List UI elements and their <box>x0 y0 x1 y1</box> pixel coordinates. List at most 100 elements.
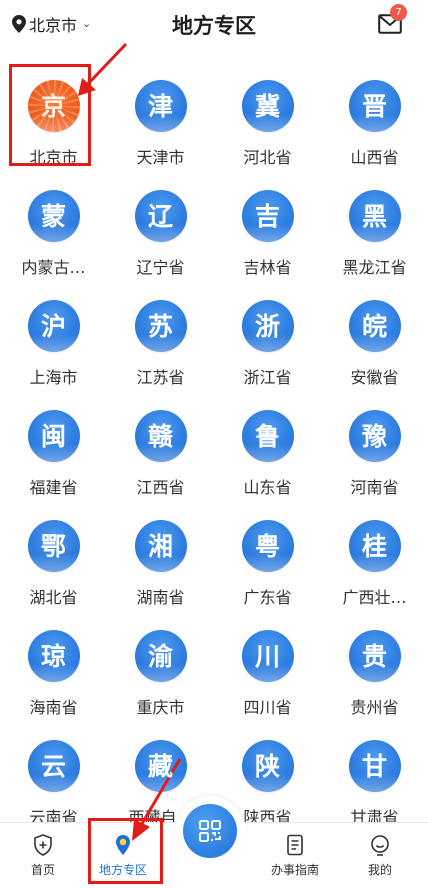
region-emblem-icon: 赣 <box>134 410 187 462</box>
region-label: 江苏省 <box>136 368 185 387</box>
region-label: 天津市 <box>136 148 185 167</box>
region-item[interactable]: 渝重庆市 <box>107 630 214 740</box>
region-emblem-icon: 津 <box>134 80 187 132</box>
region-glyph: 贵 <box>361 641 387 671</box>
region-glyph: 云 <box>40 751 66 781</box>
region-label: 山东省 <box>243 478 292 497</box>
region-item[interactable]: 晋山西省 <box>321 80 428 190</box>
region-glyph: 湘 <box>147 531 173 561</box>
region-emblem-icon: 渝 <box>134 630 187 682</box>
region-label: 安徽省 <box>350 368 399 387</box>
region-item[interactable]: 川四川省 <box>214 630 321 740</box>
region-label: 福建省 <box>29 478 78 497</box>
region-glyph: 琼 <box>40 641 66 671</box>
region-label: 辽宁省 <box>136 258 185 277</box>
region-item[interactable]: 贵贵州省 <box>321 630 428 740</box>
region-emblem-icon: 鲁 <box>241 410 294 462</box>
nav-guide-label: 办事指南 <box>270 863 319 877</box>
scan-button[interactable] <box>183 804 237 858</box>
region-emblem-icon: 晋 <box>348 80 401 132</box>
region-glyph: 渝 <box>147 641 173 671</box>
region-item[interactable]: 皖安徽省 <box>321 300 428 410</box>
nav-mine[interactable]: 我的 <box>337 823 423 888</box>
region-emblem-icon: 陕 <box>241 740 294 792</box>
region-label: 黑龙江省 <box>342 258 407 277</box>
region-glyph: 辽 <box>147 201 173 231</box>
region-glyph: 京 <box>40 91 66 121</box>
region-emblem-icon: 沪 <box>27 300 80 352</box>
region-glyph: 浙 <box>254 311 280 341</box>
region-item[interactable]: 桂广西壮… <box>321 520 428 630</box>
region-item[interactable]: 闽福建省 <box>0 410 107 520</box>
region-glyph: 桂 <box>361 531 387 561</box>
nav-home-label: 首页 <box>30 863 55 877</box>
region-item[interactable]: 苏江苏省 <box>107 300 214 410</box>
region-glyph: 鄂 <box>40 531 66 561</box>
nav-guide[interactable]: 办事指南 <box>252 823 338 888</box>
region-label: 湖北省 <box>29 588 78 607</box>
region-item[interactable]: 黑黑龙江省 <box>321 190 428 300</box>
region-item[interactable]: 赣江西省 <box>107 410 214 520</box>
region-glyph: 甘 <box>361 751 387 781</box>
region-item[interactable]: 琼海南省 <box>0 630 107 740</box>
region-emblem-icon: 琼 <box>27 630 80 682</box>
region-label: 吉林省 <box>243 258 292 277</box>
region-emblem-icon: 豫 <box>348 410 401 462</box>
region-item[interactable]: 冀河北省 <box>214 80 321 190</box>
region-glyph: 藏 <box>147 751 173 781</box>
region-emblem-icon: 闽 <box>27 410 80 462</box>
smiley-user-icon <box>371 835 389 856</box>
region-label: 河北省 <box>243 148 292 167</box>
top-bar: 北京市 ⌄ 地方专区 7 <box>0 0 428 50</box>
region-label: 江西省 <box>136 478 185 497</box>
shield-plus-icon <box>34 834 52 856</box>
region-item[interactable]: 鄂湖北省 <box>0 520 107 630</box>
region-label: 上海市 <box>29 368 78 387</box>
region-label: 内蒙古… <box>21 258 86 277</box>
region-label: 四川省 <box>243 698 292 717</box>
region-glyph: 闽 <box>40 421 66 451</box>
region-emblem-icon: 苏 <box>134 300 187 352</box>
region-item[interactable]: 沪上海市 <box>0 300 107 410</box>
region-emblem-icon: 浙 <box>241 300 294 352</box>
region-glyph: 吉 <box>254 201 280 231</box>
region-glyph: 津 <box>147 91 173 121</box>
region-emblem-icon: 辽 <box>134 190 187 242</box>
region-glyph: 川 <box>254 641 280 671</box>
region-label: 湖南省 <box>136 588 185 607</box>
region-item[interactable]: 吉吉林省 <box>214 190 321 300</box>
region-item[interactable]: 浙浙江省 <box>214 300 321 410</box>
region-item[interactable]: 辽辽宁省 <box>107 190 214 300</box>
region-label: 广东省 <box>243 588 292 607</box>
annotation-arrow-icon <box>78 42 128 96</box>
region-item[interactable]: 粤广东省 <box>214 520 321 630</box>
region-glyph: 沪 <box>40 311 66 341</box>
message-count-badge: 7 <box>390 4 407 21</box>
region-glyph: 豫 <box>361 421 387 451</box>
region-emblem-icon: 黑 <box>348 190 401 242</box>
region-item[interactable]: 豫河南省 <box>321 410 428 520</box>
region-emblem-icon: 皖 <box>348 300 401 352</box>
region-emblem-icon: 吉 <box>241 190 294 242</box>
region-emblem-icon: 粤 <box>241 520 294 572</box>
region-emblem-icon: 川 <box>241 630 294 682</box>
region-glyph: 冀 <box>254 91 280 121</box>
region-label: 海南省 <box>29 698 78 717</box>
nav-home[interactable]: 首页 <box>0 823 86 888</box>
region-item[interactable]: 蒙内蒙古… <box>0 190 107 300</box>
qr-scan-icon <box>199 820 221 842</box>
region-item[interactable]: 鲁山东省 <box>214 410 321 520</box>
region-item[interactable]: 湘湖南省 <box>107 520 214 630</box>
region-emblem-icon: 甘 <box>348 740 401 792</box>
region-emblem-icon: 冀 <box>241 80 294 132</box>
region-glyph: 苏 <box>147 311 173 341</box>
region-label: 重庆市 <box>136 698 185 717</box>
region-label: 广西壮… <box>342 588 407 607</box>
region-emblem-icon: 鄂 <box>27 520 80 572</box>
region-emblem-icon: 湘 <box>134 520 187 572</box>
region-label: 山西省 <box>350 148 399 167</box>
region-glyph: 晋 <box>361 91 387 121</box>
region-emblem-icon: 蒙 <box>27 190 80 242</box>
region-glyph: 鲁 <box>254 421 280 451</box>
region-glyph: 蒙 <box>40 201 66 231</box>
